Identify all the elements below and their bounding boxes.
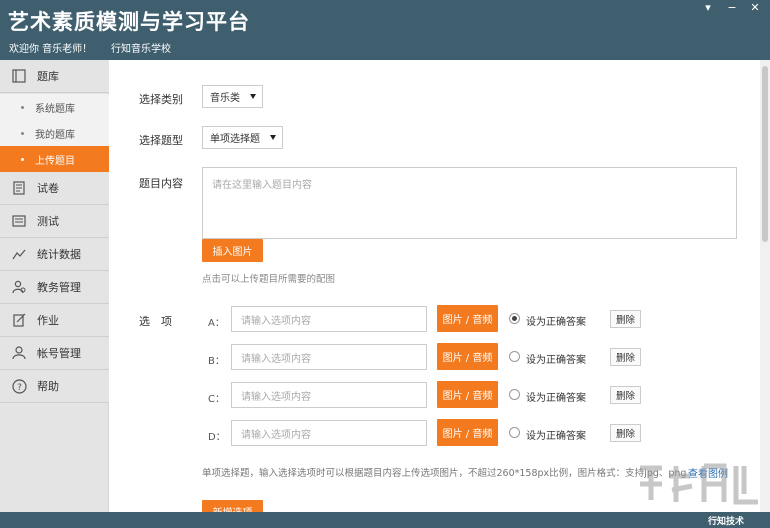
correct-answer-label: 设为正确答案 xyxy=(526,431,586,442)
option-letter: C： xyxy=(208,394,225,405)
option-b-delete-button[interactable]: 删除 xyxy=(610,348,641,366)
sidebar-item-test[interactable]: 测试 xyxy=(0,205,109,238)
sidebar-subitem-system-bank[interactable]: 系统题库 xyxy=(0,94,109,120)
options-label: 选 项 xyxy=(139,315,172,328)
homework-icon xyxy=(11,312,27,328)
option-b-media-button[interactable]: 图片 / 音频 xyxy=(437,343,498,370)
chevron-down-icon xyxy=(250,94,256,99)
sidebar-subitem-upload[interactable]: 上传题目 xyxy=(0,146,109,172)
sidebar-subitem-label: 我的题库 xyxy=(35,129,75,141)
bottom-bar xyxy=(0,512,770,528)
sidebar-item-academic[interactable]: 教务管理 xyxy=(0,271,109,304)
help-icon: ? xyxy=(11,378,27,394)
category-select-value: 音乐类 xyxy=(210,93,240,104)
test-icon xyxy=(11,213,27,229)
school-name: 行知音乐学校 xyxy=(111,44,171,55)
add-option-button[interactable]: 新增选项 xyxy=(202,500,263,512)
insert-image-button[interactable]: 插入图片 xyxy=(202,239,263,262)
book-icon xyxy=(11,68,27,84)
question-type-select-value: 单项选择题 xyxy=(210,134,260,145)
bullet-icon xyxy=(21,157,24,161)
correct-answer-label: 设为正确答案 xyxy=(526,355,586,366)
minimize-button[interactable]: − xyxy=(721,0,743,16)
bullet-icon xyxy=(21,131,24,135)
options-hint: 单项选择题，输入选择选项时可以根据题目内容上传选项图片，不超过260*158px… xyxy=(202,468,687,479)
sidebar-item-label: 教务管理 xyxy=(37,281,81,294)
option-c-correct-radio[interactable] xyxy=(509,389,520,400)
sidebar-item-label: 作业 xyxy=(37,314,59,327)
sidebar-item-help[interactable]: ? 帮助 xyxy=(0,370,109,403)
sidebar-item-label: 试卷 xyxy=(37,182,59,195)
users-icon xyxy=(11,279,27,295)
sidebar-item-papers[interactable]: 试卷 xyxy=(0,172,109,205)
chevron-down-icon xyxy=(270,135,276,140)
welcome-text: 欢迎你 音乐老师！ xyxy=(9,44,93,55)
close-button[interactable]: ✕ xyxy=(744,0,766,16)
chart-icon xyxy=(11,246,27,262)
app-title: 艺术素质模测与学习平台 xyxy=(8,10,250,34)
insert-image-hint: 点击可以上传题目所需要的配图 xyxy=(202,274,336,285)
sidebar-item-question-bank[interactable]: 题库 xyxy=(0,60,109,93)
category-select[interactable]: 音乐类 xyxy=(202,85,263,108)
sidebar-item-account[interactable]: 帐号管理 xyxy=(0,337,109,370)
scrollbar-thumb[interactable] xyxy=(762,66,768,242)
option-c-media-button[interactable]: 图片 / 音频 xyxy=(437,381,498,408)
sidebar-item-homework[interactable]: 作业 xyxy=(0,304,109,337)
option-c-input[interactable]: 请输入选项内容 xyxy=(231,382,427,408)
sidebar-subitem-label: 上传题目 xyxy=(35,155,75,167)
correct-answer-label: 设为正确答案 xyxy=(526,317,586,328)
question-content-label: 题目内容 xyxy=(139,177,183,190)
paper-icon xyxy=(11,180,27,196)
window-menu-button[interactable]: ▾ xyxy=(697,0,719,16)
upload-question-form: 选择类别 音乐类 选择题型 单项选择题 题目内容 请在这里输入题目内容 插入图片… xyxy=(110,60,760,512)
sidebar-subitem-label: 系统题库 xyxy=(35,103,75,115)
option-b-correct-radio[interactable] xyxy=(509,351,520,362)
option-letter: D： xyxy=(208,432,226,443)
sidebar-subitem-my-bank[interactable]: 我的题库 xyxy=(0,120,109,146)
sidebar-item-label: 测试 xyxy=(37,215,59,228)
sidebar: 题库 系统题库 我的题库 上传题目 试卷 测试 统计数据 教务管理 作业 帐号管… xyxy=(0,60,109,512)
question-content-textarea[interactable]: 请在这里输入题目内容 xyxy=(202,167,737,239)
user-icon xyxy=(11,345,27,361)
question-type-select[interactable]: 单项选择题 xyxy=(202,126,283,149)
option-d-input[interactable]: 请输入选项内容 xyxy=(231,420,427,446)
option-d-media-button[interactable]: 图片 / 音频 xyxy=(437,419,498,446)
option-d-delete-button[interactable]: 删除 xyxy=(610,424,641,442)
option-b-input[interactable]: 请输入选项内容 xyxy=(231,344,427,370)
view-example-link[interactable]: 查看图例 xyxy=(688,465,728,480)
question-type-label: 选择题型 xyxy=(139,134,183,147)
category-label: 选择类别 xyxy=(139,93,183,106)
option-c-delete-button[interactable]: 删除 xyxy=(610,386,641,404)
option-a-correct-radio[interactable] xyxy=(509,313,520,324)
sidebar-item-statistics[interactable]: 统计数据 xyxy=(0,238,109,271)
svg-text:?: ? xyxy=(17,383,22,393)
option-a-delete-button[interactable]: 删除 xyxy=(610,310,641,328)
sidebar-item-label: 题库 xyxy=(37,70,59,83)
option-a-input[interactable]: 请输入选项内容 xyxy=(231,306,427,332)
option-letter: B： xyxy=(208,356,225,367)
brand-text: 行知技术 xyxy=(708,517,745,527)
sidebar-item-label: 帮助 xyxy=(37,380,59,393)
correct-answer-label: 设为正确答案 xyxy=(526,393,586,404)
sidebar-item-label: 帐号管理 xyxy=(37,347,81,360)
option-a-media-button[interactable]: 图片 / 音频 xyxy=(437,305,498,332)
sidebar-item-label: 统计数据 xyxy=(37,248,81,261)
option-letter: A： xyxy=(208,318,225,329)
bullet-icon xyxy=(21,105,24,109)
option-d-correct-radio[interactable] xyxy=(509,427,520,438)
vertical-scrollbar[interactable] xyxy=(760,60,770,512)
app-header: 艺术素质模测与学习平台 欢迎你 音乐老师！ 行知音乐学校 ▾ − ✕ xyxy=(0,0,770,60)
